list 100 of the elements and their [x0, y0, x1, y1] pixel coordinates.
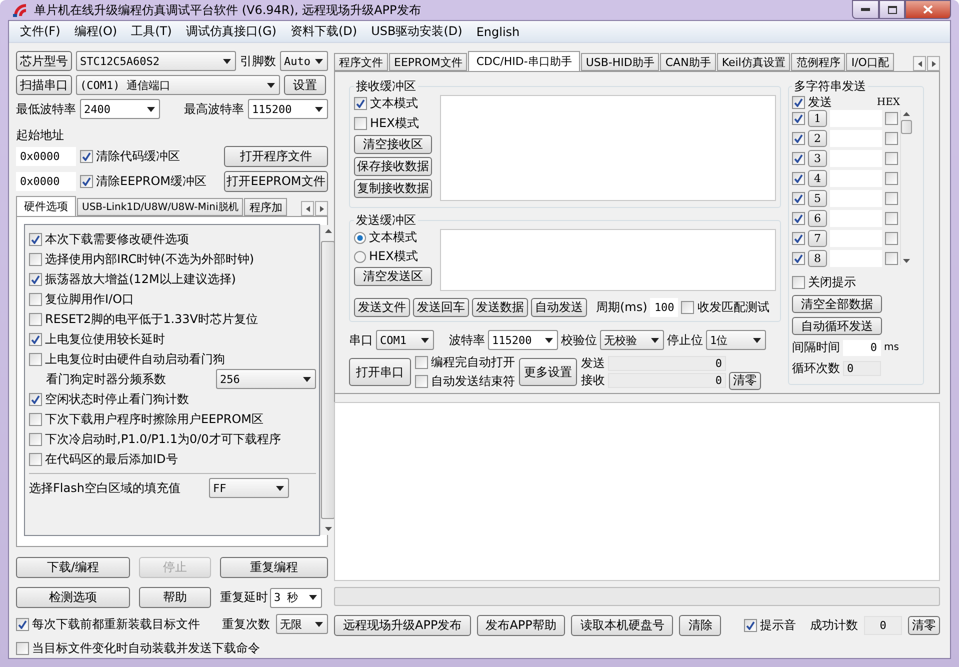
- checkbox[interactable]: 提示音: [744, 616, 796, 634]
- checkbox[interactable]: [885, 192, 898, 205]
- menu-item[interactable]: 文件(F): [13, 23, 68, 40]
- send-action-button[interactable]: 发送回车: [413, 298, 469, 316]
- more-settings-button[interactable]: 更多设置: [519, 358, 577, 386]
- scroll-up-icon[interactable]: [324, 229, 332, 233]
- send-string-button[interactable]: 2: [808, 130, 827, 147]
- tab[interactable]: 硬件选项: [16, 196, 76, 216]
- action-button[interactable]: 重复编程: [220, 557, 328, 578]
- menu-item[interactable]: 资料下载(D): [283, 23, 364, 40]
- tab[interactable]: CAN助手: [660, 53, 716, 71]
- receive-text-area[interactable]: [440, 95, 776, 201]
- checkbox[interactable]: [792, 212, 805, 225]
- checkbox[interactable]: [885, 152, 898, 165]
- tab[interactable]: 范例程序: [791, 53, 846, 71]
- dropdown[interactable]: 无限: [276, 614, 328, 634]
- checkbox[interactable]: 下次下载用户程序时擦除用户EEPROM区: [29, 410, 264, 428]
- bottom-action-button[interactable]: 发布APP帮助: [476, 614, 566, 636]
- checkbox[interactable]: [792, 192, 805, 205]
- period-field[interactable]: 100: [650, 298, 678, 316]
- chip-model-button[interactable]: 芯片型号: [16, 51, 72, 71]
- send-string-button[interactable]: 8: [808, 250, 827, 267]
- dropdown[interactable]: Auto: [280, 51, 328, 71]
- checkbox[interactable]: 文本模式: [354, 95, 434, 112]
- scan-port-button[interactable]: 扫描串口: [16, 75, 72, 95]
- send-text-area[interactable]: [440, 229, 776, 291]
- dropdown[interactable]: 1位: [706, 330, 766, 350]
- bottom-action-button[interactable]: 远程现场升级APP发布: [334, 614, 471, 636]
- checkbox[interactable]: 当目标文件变化时自动装载并发送下载命令: [16, 640, 260, 656]
- send-action-button[interactable]: 自动发送: [531, 298, 587, 316]
- checkbox[interactable]: [792, 252, 805, 265]
- tab[interactable]: Keil仿真设置: [716, 53, 790, 71]
- radio-button[interactable]: HEX模式: [354, 248, 434, 265]
- tab[interactable]: 程序文件: [334, 53, 388, 71]
- menu-item[interactable]: 编程(O): [67, 23, 124, 40]
- send-string-button[interactable]: 6: [808, 210, 827, 227]
- tab[interactable]: I/O口配: [846, 53, 894, 71]
- checkbox[interactable]: 空闲状态时停止看门狗计数: [29, 390, 189, 408]
- multi-send-action-button[interactable]: 清空全部数据: [792, 295, 882, 313]
- checkbox[interactable]: [792, 152, 805, 165]
- dropdown[interactable]: 115200: [248, 99, 328, 119]
- scroll-right-icon[interactable]: [927, 56, 940, 71]
- dropdown[interactable]: FF: [209, 478, 289, 498]
- checkbox[interactable]: 本次下载需要修改硬件选项: [29, 230, 189, 248]
- send-action-button[interactable]: 发送文件: [354, 298, 410, 316]
- dropdown[interactable]: 115200: [488, 330, 558, 350]
- scroll-up-icon[interactable]: [903, 112, 910, 116]
- clear-success-button[interactable]: 清零: [908, 616, 940, 634]
- checkbox[interactable]: 上电复位时由硬件自动启动看门狗: [29, 350, 225, 368]
- checkbox[interactable]: 复位脚用作I/O口: [29, 290, 134, 308]
- send-string-button[interactable]: 5: [808, 190, 827, 207]
- bottom-action-button[interactable]: 读取本机硬盘号: [571, 614, 674, 636]
- checkbox[interactable]: [792, 112, 805, 125]
- scroll-thumb[interactable]: [901, 120, 912, 134]
- checkbox[interactable]: [885, 112, 898, 125]
- tab[interactable]: CDC/HID-串口助手: [468, 51, 580, 71]
- send-string-button[interactable]: 1: [808, 110, 827, 127]
- settings-button[interactable]: 设置: [284, 75, 326, 95]
- checkbox[interactable]: [885, 232, 898, 245]
- checkbox[interactable]: 清除代码缓冲区: [80, 148, 180, 165]
- send-string-button[interactable]: 3: [808, 150, 827, 167]
- open-file-button[interactable]: 打开程序文件: [224, 146, 328, 167]
- checkbox[interactable]: [885, 172, 898, 185]
- checkbox[interactable]: [792, 232, 805, 245]
- multi-send-action-button[interactable]: 自动循环发送: [792, 317, 882, 335]
- checkbox[interactable]: 收发匹配测试: [681, 298, 770, 316]
- scroll-left-icon[interactable]: [913, 56, 926, 71]
- menu-item[interactable]: 工具(T): [124, 23, 179, 40]
- open-file-button[interactable]: 打开EEPROM文件: [224, 171, 328, 192]
- dropdown[interactable]: (COM1) 通信端口: [76, 75, 280, 95]
- scroll-down-icon[interactable]: [324, 527, 332, 531]
- minimize-icon[interactable]: [852, 0, 879, 19]
- open-port-button[interactable]: 打开串口: [349, 358, 411, 386]
- scrollbar[interactable]: [320, 225, 335, 535]
- checkbox[interactable]: HEX模式: [354, 115, 434, 132]
- clear-counter-button[interactable]: 清零: [729, 372, 761, 390]
- radio-button[interactable]: 文本模式: [354, 229, 434, 246]
- receive-action-button[interactable]: 复制接收数据: [354, 179, 432, 198]
- checkbox[interactable]: 每次下载前都重新装载目标文件: [16, 616, 200, 632]
- address-field[interactable]: 0x0000: [16, 147, 76, 166]
- send-string-button[interactable]: 4: [808, 170, 827, 187]
- bottom-action-button[interactable]: 清除: [679, 614, 722, 636]
- dropdown[interactable]: STC12C5A60S2: [76, 51, 236, 71]
- scroll-left-icon[interactable]: [301, 201, 314, 216]
- dropdown[interactable]: 2400: [80, 99, 160, 119]
- checkbox[interactable]: 发送: [792, 94, 832, 111]
- checkbox[interactable]: 编程完自动打开: [415, 354, 515, 371]
- checkbox[interactable]: RESET2脚的电平低于1.33V时芯片复位: [29, 310, 258, 328]
- send-string-button[interactable]: 7: [808, 230, 827, 247]
- action-button[interactable]: 帮助: [139, 587, 211, 608]
- checkbox[interactable]: [885, 132, 898, 145]
- checkbox[interactable]: 清除EEPROM缓冲区: [80, 173, 207, 190]
- tab[interactable]: 程序加: [244, 198, 288, 216]
- checkbox[interactable]: [792, 132, 805, 145]
- interval-field[interactable]: 0: [843, 340, 881, 356]
- tab[interactable]: USB-HID助手: [580, 53, 660, 71]
- dropdown[interactable]: 256: [216, 369, 316, 389]
- scroll-right-icon[interactable]: [315, 201, 328, 216]
- tab[interactable]: EEPROM文件: [389, 53, 468, 71]
- maximize-icon[interactable]: [879, 0, 905, 19]
